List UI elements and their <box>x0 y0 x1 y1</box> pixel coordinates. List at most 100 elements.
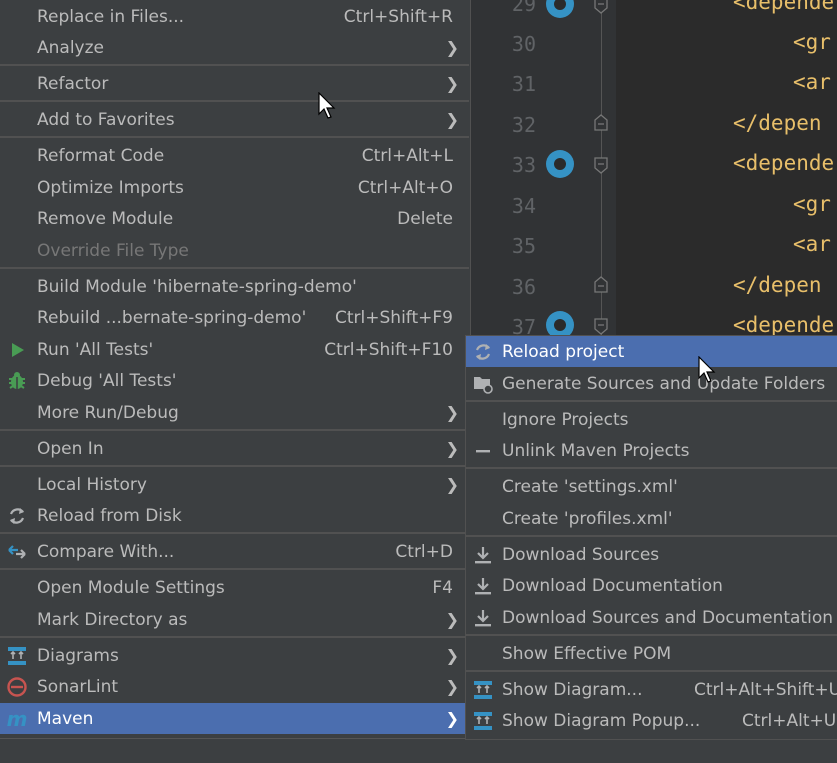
submenu-arrow-icon: ❯ <box>445 475 459 494</box>
menu-item-sonarlint[interactable]: SonarLint ❯ <box>0 671 469 702</box>
menu-item-label: Build Module 'hibernate-spring-demo' <box>37 276 357 297</box>
submenu-item-download-documentation[interactable]: Download Documentation <box>466 570 837 601</box>
fold-icon[interactable] <box>593 317 609 335</box>
code-line: <depende <box>733 313 835 337</box>
menu-item-maven[interactable]: m Maven ❯ <box>0 703 469 734</box>
menu-item-label: Rebuild ...bernate-spring-demo' <box>37 307 307 328</box>
status-strip <box>0 738 837 763</box>
folder-reload-icon <box>472 373 494 395</box>
download-icon <box>472 544 494 566</box>
fold-icon[interactable] <box>593 0 609 14</box>
maven-dependency-gutter-icon[interactable] <box>546 150 574 178</box>
diagram-icon <box>472 710 494 732</box>
menu-item-reformat-code[interactable]: Reformat Code Ctrl+Alt+L <box>0 140 469 171</box>
code-line: <depende <box>733 151 835 175</box>
menu-item-label: Open Module Settings <box>37 577 225 598</box>
submenu-item-label: Reload project <box>502 341 625 362</box>
menu-separator <box>0 267 469 269</box>
menu-item-label: Add to Favorites <box>37 109 175 130</box>
submenu-item-create-profiles-xml[interactable]: Create 'profiles.xml' <box>466 503 837 534</box>
menu-item-label: Maven <box>37 708 94 729</box>
menu-separator <box>0 465 469 467</box>
menu-item-label: Mark Directory as <box>37 609 188 630</box>
submenu-item-show-diagram-popup[interactable]: Show Diagram Popup... Ctrl+Alt+U <box>466 705 837 736</box>
menu-separator <box>466 467 837 469</box>
menu-item-analyze[interactable]: Analyze ❯ <box>0 32 469 63</box>
menu-separator <box>0 136 469 138</box>
submenu-item-label: Ignore Projects <box>502 409 629 430</box>
menu-item-shortcut: F4 <box>432 577 453 598</box>
fold-icon[interactable] <box>593 156 609 174</box>
submenu-arrow-icon: ❯ <box>445 38 459 57</box>
maven-icon: m <box>6 706 28 731</box>
submenu-item-ignore-projects[interactable]: Ignore Projects <box>466 404 837 435</box>
unfold-icon[interactable] <box>593 114 609 132</box>
menu-separator <box>466 670 837 672</box>
diagram-icon <box>6 645 28 667</box>
menu-item-add-to-favorites[interactable]: Add to Favorites ❯ <box>0 104 469 135</box>
line-number: 35 <box>511 234 536 258</box>
menu-item-mark-directory-as[interactable]: Mark Directory as ❯ <box>0 604 469 635</box>
submenu-item-create-settings-xml[interactable]: Create 'settings.xml' <box>466 471 837 502</box>
submenu-item-label: Show Effective POM <box>502 643 672 664</box>
submenu-item-reload-project[interactable]: Reload project <box>466 336 837 367</box>
submenu-item-label: Download Documentation <box>502 575 723 596</box>
menu-item-label: Reload from Disk <box>37 505 182 526</box>
submenu-item-shortcut: Ctrl+Alt+U <box>742 710 837 731</box>
menu-item-build-module[interactable]: Build Module 'hibernate-spring-demo' <box>0 271 469 302</box>
menu-separator <box>466 400 837 402</box>
submenu-item-unlink-maven-projects[interactable]: Unlink Maven Projects <box>466 435 837 466</box>
menu-separator <box>0 64 469 66</box>
compare-arrows-icon <box>6 541 28 563</box>
maven-submenu: Reload project Generate Sources and Upda… <box>465 335 837 740</box>
submenu-item-generate-sources[interactable]: Generate Sources and Update Folders <box>466 368 837 399</box>
menu-item-label: Override File Type <box>37 240 189 261</box>
reload-icon <box>472 341 494 363</box>
submenu-item-download-sources[interactable]: Download Sources <box>466 539 837 570</box>
menu-item-run-all-tests[interactable]: Run 'All Tests' Ctrl+Shift+F10 <box>0 334 469 365</box>
run-triangle-icon <box>6 339 28 361</box>
submenu-item-show-diagram[interactable]: Show Diagram... Ctrl+Alt+Shift+U <box>466 674 837 705</box>
menu-separator <box>466 535 837 537</box>
menu-item-shortcut: Ctrl+Alt+O <box>357 177 453 198</box>
line-number: 32 <box>511 113 536 137</box>
menu-item-optimize-imports[interactable]: Optimize Imports Ctrl+Alt+O <box>0 172 469 203</box>
submenu-item-label: Unlink Maven Projects <box>502 440 690 461</box>
submenu-item-label: Download Sources and Documentation <box>502 607 833 628</box>
menu-item-replace-in-files[interactable]: Replace in Files... Ctrl+Shift+R <box>0 1 469 32</box>
menu-item-reload-from-disk[interactable]: Reload from Disk <box>0 500 469 531</box>
submenu-item-download-sources-and-docs[interactable]: Download Sources and Documentation <box>466 602 837 633</box>
menu-item-shortcut: Ctrl+Shift+F10 <box>324 339 453 360</box>
menu-separator <box>0 532 469 534</box>
menu-item-remove-module[interactable]: Remove Module Delete <box>0 203 469 234</box>
menu-item-debug-all-tests[interactable]: Debug 'All Tests' <box>0 365 469 396</box>
submenu-arrow-icon: ❯ <box>445 110 459 129</box>
download-icon <box>472 575 494 597</box>
menu-item-open-module-settings[interactable]: Open Module Settings F4 <box>0 572 469 603</box>
submenu-arrow-icon: ❯ <box>445 403 459 422</box>
code-line: <gr <box>793 30 831 54</box>
submenu-item-show-effective-pom[interactable]: Show Effective POM <box>466 638 837 669</box>
menu-separator <box>0 429 469 431</box>
menu-item-diagrams[interactable]: Diagrams ❯ <box>0 640 469 671</box>
bug-icon <box>6 370 28 392</box>
menu-item-rebuild-module[interactable]: Rebuild ...bernate-spring-demo' Ctrl+Shi… <box>0 302 469 333</box>
reload-icon <box>6 505 28 527</box>
submenu-arrow-icon: ❯ <box>445 709 459 728</box>
menu-item-more-run-debug[interactable]: More Run/Debug ❯ <box>0 397 469 428</box>
unfold-icon[interactable] <box>593 276 609 294</box>
menu-item-local-history[interactable]: Local History ❯ <box>0 469 469 500</box>
sonarlint-icon <box>6 676 28 698</box>
menu-item-label: Local History <box>37 474 147 495</box>
menu-item-label: Remove Module <box>37 208 174 229</box>
menu-item-refactor[interactable]: Refactor ❯ <box>0 68 469 99</box>
menu-separator <box>0 100 469 102</box>
line-number: 34 <box>511 194 536 218</box>
menu-separator <box>0 636 469 638</box>
submenu-item-shortcut: Ctrl+Alt+Shift+U <box>694 679 837 700</box>
submenu-arrow-icon: ❯ <box>445 74 459 93</box>
mouse-cursor-icon <box>318 92 336 119</box>
menu-item-open-in[interactable]: Open In ❯ <box>0 433 469 464</box>
menu-item-compare-with[interactable]: Compare With... Ctrl+D <box>0 536 469 567</box>
code-line: <ar <box>793 70 831 94</box>
